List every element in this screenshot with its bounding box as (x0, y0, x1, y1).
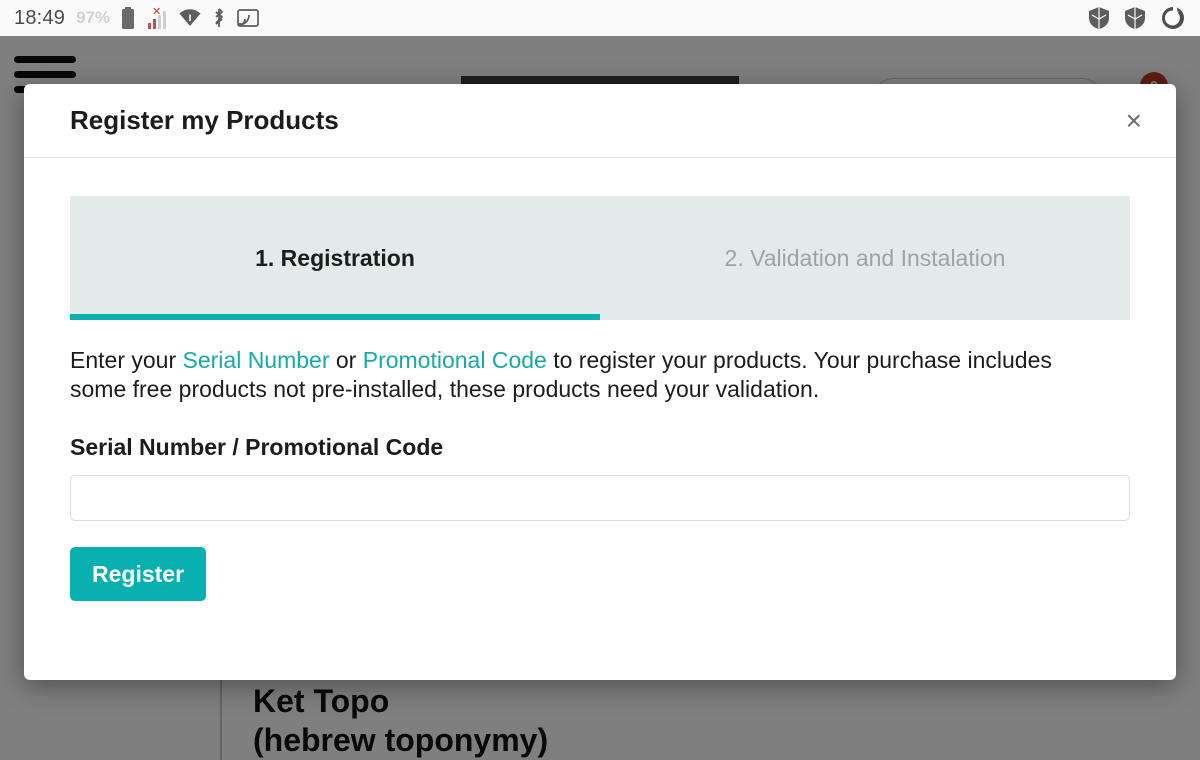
promotional-code-link[interactable]: Promotional Code (363, 347, 547, 373)
lede-part-2: or (329, 347, 363, 373)
tab-validation-and-installation[interactable]: 2. Validation and Instalation (600, 196, 1130, 320)
register-button[interactable]: Register (70, 547, 207, 602)
status-bar-left: 18:49 97% ✕ (14, 5, 259, 30)
wifi-icon (179, 9, 201, 27)
serial-field-label: Serial Number / Promotional Code (70, 434, 444, 461)
serial-number-input[interactable] (70, 475, 1130, 522)
svg-text:✕: ✕ (152, 7, 161, 18)
screen: 18:49 97% ✕ Register my Products × 1. Re… (0, 0, 1200, 760)
serial-number-link[interactable]: Serial Number (183, 347, 330, 373)
tab-registration[interactable]: 1. Registration (70, 196, 600, 320)
instructions-paragraph: Enter your Serial Number or Promotional … (70, 346, 1090, 404)
battery-percent-label: 97% (76, 8, 111, 27)
bluetooth-icon (212, 7, 226, 29)
firefox-icon (1160, 5, 1186, 31)
cellular-signal-error-icon: ✕ (146, 5, 168, 29)
lede-part-1: Enter your (70, 347, 183, 373)
close-icon[interactable]: × (1114, 101, 1154, 141)
android-status-bar: 18:49 97% ✕ (0, 0, 1200, 36)
modal-body: 1. Registration 2. Validation and Instal… (24, 158, 1176, 680)
tab-validation-and-installation-label: 2. Validation and Instalation (724, 244, 1006, 271)
wizard-tabs: 1. Registration 2. Validation and Instal… (70, 196, 1130, 320)
shield-icon (1088, 6, 1110, 30)
register-products-modal: Register my Products × 1. Registration 2… (24, 84, 1176, 680)
modal-header: Register my Products × (24, 84, 1176, 158)
status-bar-right (1088, 5, 1186, 31)
status-clock: 18:49 (14, 6, 66, 29)
battery-icon (121, 7, 135, 29)
modal-title: Register my Products (70, 105, 339, 135)
shield-icon (1124, 6, 1146, 30)
tab-registration-label: 1. Registration (255, 244, 415, 271)
cast-icon (237, 9, 259, 27)
